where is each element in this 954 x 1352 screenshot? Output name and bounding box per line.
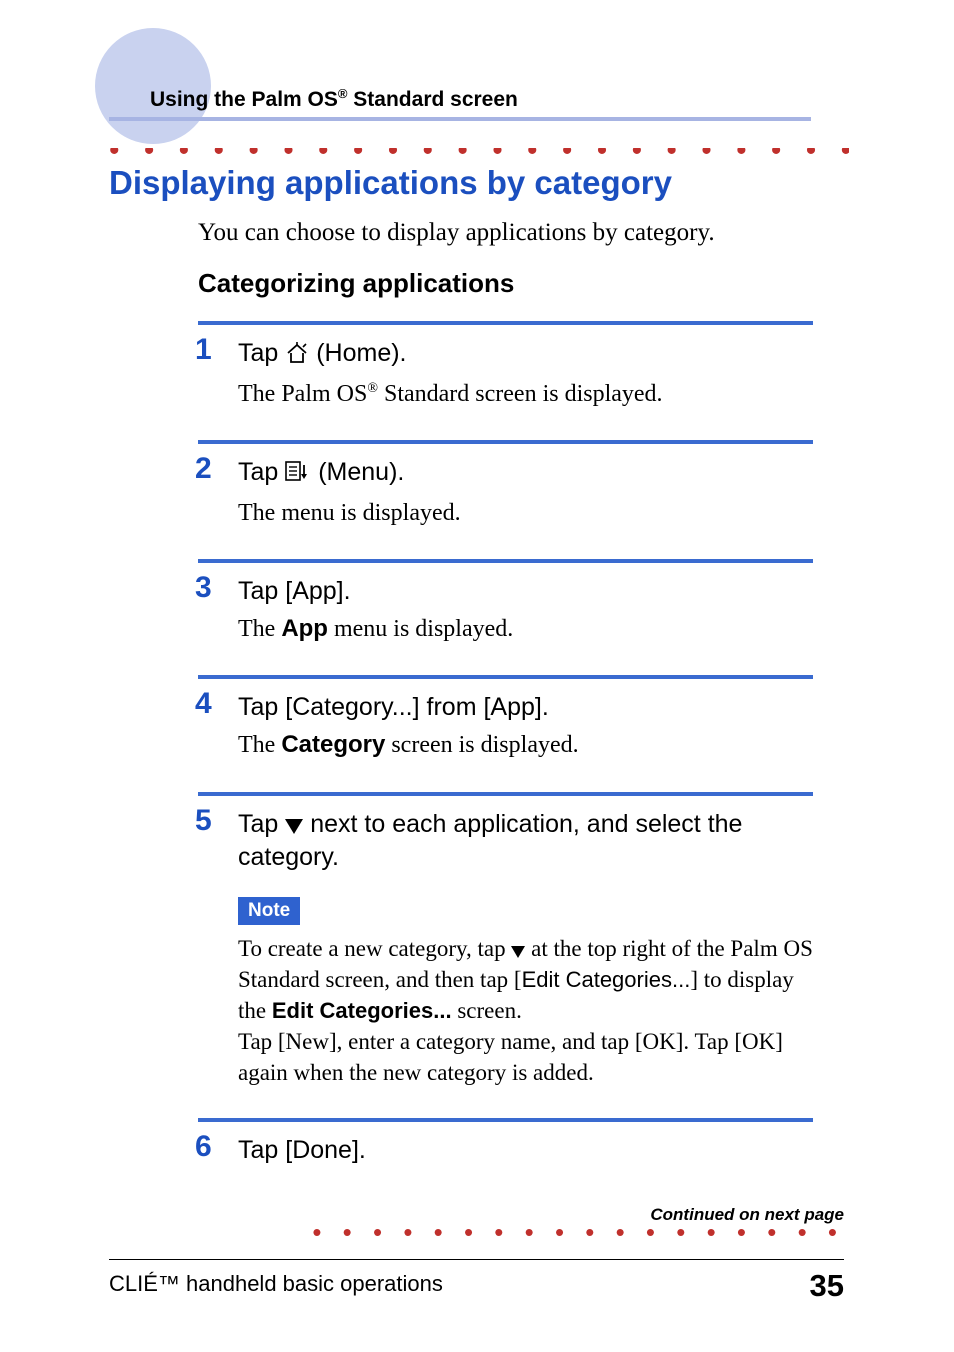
step-2: 2 Tap (Menu). The menu is dis bbox=[198, 440, 813, 559]
page-number: 35 bbox=[810, 1268, 844, 1304]
running-header-post: Standard screen bbox=[347, 88, 517, 111]
steps-list: 1 Tap (Home). The Palm OS® Standard scre… bbox=[198, 321, 813, 1178]
step-result: The Category screen is displayed. bbox=[238, 729, 813, 761]
step-number: 5 bbox=[195, 804, 212, 838]
note-l2-post: screen. bbox=[452, 998, 522, 1023]
step-action: Tap next to each application, and select… bbox=[238, 808, 813, 876]
triangle-down-icon bbox=[511, 946, 525, 958]
note-ui-label: Edit Categories... bbox=[522, 967, 691, 992]
step-4: 4 Tap [Category...] from [App]. The Cate… bbox=[198, 675, 813, 791]
step-result-sup: ® bbox=[367, 381, 378, 396]
section-intro: You can choose to display applications b… bbox=[198, 219, 715, 247]
note-heavy: Edit Categories... bbox=[272, 998, 452, 1023]
footer-left: CLIÉ™ handheld basic operations bbox=[109, 1271, 443, 1297]
dotted-rule: • • • • • • • • • • • • • • • • • • • • … bbox=[109, 148, 849, 158]
step-action-pre: Tap bbox=[238, 339, 285, 367]
step-action: Tap (Menu). bbox=[238, 456, 813, 493]
step-5: 5 Tap next to each application, and sele… bbox=[198, 792, 813, 1119]
step-result-bold: App bbox=[281, 615, 328, 642]
step-result-post: screen is displayed. bbox=[385, 732, 578, 758]
step-number: 3 bbox=[195, 571, 212, 605]
triangle-down-icon bbox=[285, 819, 303, 834]
step-result: The Palm OS® Standard screen is displaye… bbox=[238, 378, 813, 410]
step-result: The App menu is displayed. bbox=[238, 613, 813, 645]
footer-rule bbox=[109, 1259, 844, 1260]
step-result-pre: The bbox=[238, 616, 281, 642]
header-rule bbox=[109, 117, 811, 121]
running-header: Using the Palm OS® Standard screen bbox=[150, 86, 518, 112]
menu-icon bbox=[285, 459, 311, 493]
home-icon bbox=[285, 340, 309, 374]
note-label: Note bbox=[238, 897, 300, 925]
step-action-post: next to each application, and select the… bbox=[238, 810, 742, 872]
step-action-post: (Menu). bbox=[311, 458, 404, 486]
step-action-pre: Tap bbox=[238, 458, 285, 486]
running-header-pre: Using the Palm OS bbox=[150, 88, 338, 111]
step-3: 3 Tap [App]. The App menu is displayed. bbox=[198, 559, 813, 675]
step-action: Tap [App]. bbox=[238, 575, 813, 609]
step-action: Tap [Category...] from [App]. bbox=[238, 691, 813, 725]
step-number: 4 bbox=[195, 687, 212, 721]
step-number: 2 bbox=[195, 452, 212, 486]
step-action: Tap (Home). bbox=[238, 337, 813, 374]
note-l1-pre: To create a new category, tap bbox=[238, 936, 511, 961]
step-result-pre: The bbox=[238, 732, 281, 758]
section-title: Displaying applications by category bbox=[109, 164, 672, 202]
step-6: 6 Tap [Done]. bbox=[198, 1118, 813, 1178]
step-action-post: (Home). bbox=[309, 339, 406, 367]
step-number: 1 bbox=[195, 333, 212, 367]
step-action-pre: Tap bbox=[238, 810, 285, 838]
step-action: Tap [Done]. bbox=[238, 1134, 813, 1168]
step-result-post: menu is displayed. bbox=[328, 616, 513, 642]
step-1: 1 Tap (Home). The Palm OS® Standard scre… bbox=[198, 321, 813, 440]
continued-dots: • • • • • • • • • • • • • • • • • • bbox=[312, 1228, 844, 1236]
step-result-bold: Category bbox=[281, 731, 385, 758]
note-text: To create a new category, tap at the top… bbox=[238, 933, 813, 1088]
step-number: 6 bbox=[195, 1130, 212, 1164]
step-result-post: Standard screen is displayed. bbox=[378, 381, 663, 407]
step-result: The menu is displayed. bbox=[238, 497, 813, 529]
step-result-pre: The Palm OS bbox=[238, 381, 367, 407]
section-subhead: Categorizing applications bbox=[198, 268, 514, 299]
continued-indicator: Continued on next page • • • • • • • • •… bbox=[312, 1205, 844, 1236]
note-l3: Tap [New], enter a category name, and ta… bbox=[238, 1029, 783, 1085]
